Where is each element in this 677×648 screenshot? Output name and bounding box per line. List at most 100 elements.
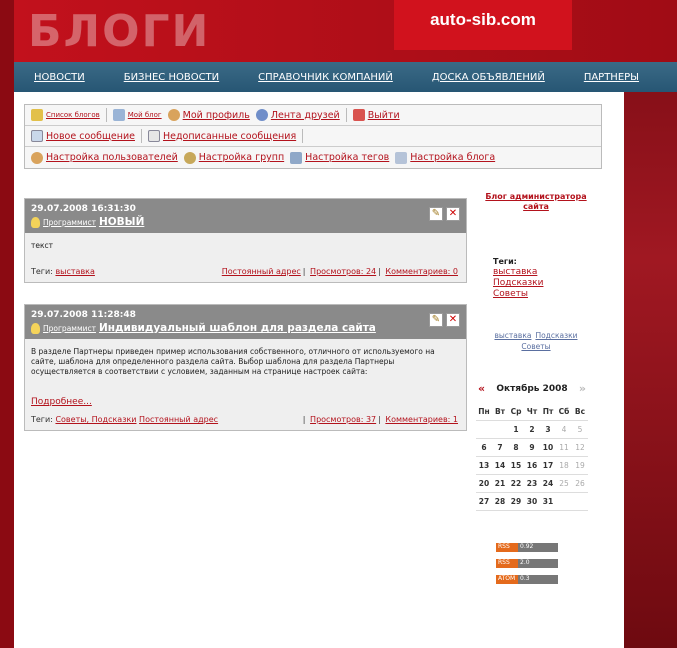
comments-link[interactable]: Комментариев: 1 [385, 415, 458, 424]
new-post-link[interactable]: Новое сообщение [31, 130, 135, 142]
post-body-text: В разделе Партнеры приведен пример испол… [31, 347, 435, 376]
tag-settings-link[interactable]: Настройка тегов [290, 151, 389, 164]
post-body: В разделе Партнеры приведен пример испол… [25, 339, 466, 415]
edit-pencil-icon[interactable]: ✎ [429, 207, 443, 221]
rss-20-badge[interactable]: RSS 2.0 [496, 559, 596, 568]
logout-icon [352, 109, 365, 121]
friends-feed-link[interactable]: Лента друзей [255, 109, 340, 121]
feed-badges: RSS 0.92 RSS 2.0 ATOM 0.3 [476, 543, 596, 584]
blog-list-link[interactable]: Список блогов [31, 109, 100, 121]
calendar-prev-icon[interactable]: « [478, 382, 485, 395]
post-category[interactable]: Программист [43, 324, 96, 333]
group-settings-link[interactable]: Настройка групп [183, 151, 284, 164]
cloud-tag[interactable]: выставка [494, 331, 531, 340]
sidebar-tag-link[interactable]: Подсказки [493, 278, 596, 289]
calendar-next-icon[interactable]: » [579, 382, 586, 395]
rss-092-badge[interactable]: RSS 0.92 [496, 543, 596, 552]
my-profile-link[interactable]: Мой профиль [167, 109, 250, 121]
separator [140, 129, 142, 143]
drafts-link[interactable]: Недописанные сообщения [147, 130, 296, 142]
blog-settings-link[interactable]: Настройка блога [395, 151, 495, 164]
atom-03-badge[interactable]: ATOM 0.3 [496, 575, 596, 584]
post-meta: | Просмотров: 37 | Комментариев: 1 [302, 415, 458, 424]
views-link[interactable]: Просмотров: 37 [310, 415, 376, 424]
nav-business-news[interactable]: БИЗНЕС НОВОСТИ [124, 72, 219, 83]
post-tag-link[interactable]: Советы, Подсказки [55, 415, 136, 424]
calendar-week: 12345 [476, 421, 588, 439]
page-background-right [617, 0, 677, 648]
blog-icon [112, 109, 125, 121]
user-icon [167, 109, 180, 121]
drafts-icon [147, 130, 160, 142]
cloud-tag[interactable]: Советы [521, 342, 550, 351]
sidebar-tags: Теги: выставка Подсказки Советы [476, 257, 596, 300]
permalink-link[interactable]: Постоянный адрес [222, 267, 301, 276]
post-footer: Теги: Советы, Подсказки Постоянный адрес… [25, 415, 466, 430]
site-name-badge[interactable]: auto-sib.com [394, 0, 572, 50]
calendar-week: 13 14 15 16 17 18 19 [476, 457, 588, 475]
post-tags: Теги: Советы, Подсказки Постоянный адрес [31, 415, 219, 424]
read-more-link[interactable]: Подробнее... [31, 397, 92, 407]
post-title[interactable]: НОВЫЙ [99, 216, 144, 228]
sidebar: Блог администратора сайта Теги: выставка… [476, 192, 596, 591]
bulb-icon [31, 216, 40, 228]
toolbar-row-2: Новое сообщение Недописанные сообщения [25, 126, 601, 147]
main-content: Список блогов Мой блог Мой профиль Лента… [14, 92, 624, 648]
site-header: БЛОГИ auto-sib.com [14, 0, 677, 62]
nav-company-directory[interactable]: СПРАВОЧНИК КОМПАНИЙ [258, 72, 393, 83]
toolbar-row-3: Настройка пользователей Настройка групп … [25, 147, 601, 168]
comments-link[interactable]: Комментариев: 0 [385, 267, 458, 276]
nav-classifieds[interactable]: ДОСКА ОБЪЯВЛЕНИЙ [432, 72, 545, 83]
blog-toolbar: Список блогов Мой блог Мой профиль Лента… [24, 104, 602, 169]
post-category[interactable]: Программист [43, 218, 96, 227]
group-settings-icon [183, 151, 196, 164]
delete-icon[interactable]: ✕ [446, 207, 460, 221]
post-tags: Теги: выставка [31, 267, 95, 276]
calendar-week: 6 7 8 9 10 11 12 [476, 439, 588, 457]
post-footer: Теги: выставка Постоянный адрес | Просмот… [25, 267, 466, 282]
post-body: текст [31, 241, 54, 250]
folder-icon [31, 109, 43, 121]
new-document-icon [31, 130, 43, 142]
post-actions: ✎ ✕ [426, 313, 460, 327]
nav-partners[interactable]: ПАРТНЕРЫ [584, 72, 639, 83]
permalink-link[interactable]: Постоянный адрес [139, 415, 218, 424]
post-title-row: Программист НОВЫЙ [31, 216, 460, 228]
post-tag-link[interactable]: выставка [55, 267, 94, 276]
tag-settings-icon [290, 151, 303, 164]
delete-icon[interactable]: ✕ [446, 313, 460, 327]
calendar-week: 27 28 29 30 31 [476, 493, 588, 511]
separator [345, 108, 347, 122]
calendar-month: Октябрь 2008 [496, 383, 568, 394]
post-header: 29.07.2008 16:31:30 Программист НОВЫЙ ✎ … [25, 199, 466, 233]
calendar-weekdays: Пн Вт Ср Чт Пт Сб Вс [476, 403, 588, 421]
toolbar-row-1: Список блогов Мой блог Мой профиль Лента… [25, 105, 601, 126]
user-settings-link[interactable]: Настройка пользователей [31, 151, 178, 164]
tags-label: Теги: [493, 257, 517, 266]
sidebar-tag-link[interactable]: Советы [493, 289, 596, 300]
admin-blog-link[interactable]: Блог администратора сайта [476, 192, 596, 212]
blogs-logo: БЛОГИ [28, 6, 211, 57]
post-actions: ✎ ✕ [426, 207, 460, 221]
blog-post: 29.07.2008 11:28:48 Программист Индивиду… [24, 304, 467, 431]
main-nav: НОВОСТИ БИЗНЕС НОВОСТИ СПРАВОЧНИК КОМПАН… [14, 62, 677, 92]
calendar-week: 20 21 22 23 24 25 26 [476, 475, 588, 493]
views-link[interactable]: Просмотров: 24 [310, 267, 376, 276]
my-blog-link[interactable]: Мой блог [112, 109, 162, 121]
post-meta: Постоянный адрес | Просмотров: 24 | Коммен… [221, 267, 458, 276]
edit-pencil-icon[interactable]: ✎ [429, 313, 443, 327]
blog-post: 29.07.2008 16:31:30 Программист НОВЫЙ ✎ … [24, 198, 467, 283]
post-title[interactable]: Индивидуальный шаблон для раздела сайта [99, 322, 376, 334]
post-header: 29.07.2008 11:28:48 Программист Индивиду… [25, 305, 466, 339]
logout-link[interactable]: Выйти [352, 109, 400, 121]
post-title-row: Программист Индивидуальный шаблон для ра… [31, 322, 460, 334]
nav-news[interactable]: НОВОСТИ [34, 72, 85, 83]
cloud-tag[interactable]: Подсказки [535, 331, 577, 340]
separator [302, 129, 304, 143]
sidebar-tag-link[interactable]: выставка [493, 267, 596, 278]
calendar: « Октябрь 2008 » Пн Вт Ср Чт Пт Сб Вс 12… [476, 382, 588, 511]
post-date: 29.07.2008 16:31:30 [31, 204, 136, 214]
bulb-icon [31, 322, 40, 334]
calendar-header: « Октябрь 2008 » [476, 382, 588, 395]
tag-cloud: выставка Подсказки Советы [476, 330, 596, 352]
